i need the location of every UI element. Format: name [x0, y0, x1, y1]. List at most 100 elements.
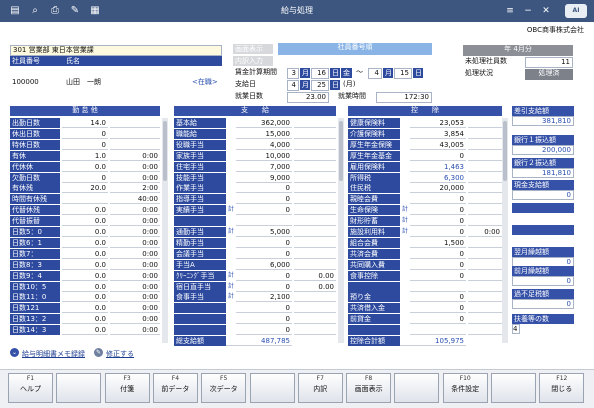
attendance-hours[interactable]: 0:00 [110, 292, 160, 303]
deduction-extra[interactable] [468, 292, 502, 303]
payment-amount[interactable]: 0 [236, 281, 292, 292]
payment-amount[interactable]: 0 [236, 314, 292, 325]
payment-amount[interactable]: 4,000 [236, 139, 292, 150]
payment-extra[interactable] [294, 205, 336, 216]
deduction-extra[interactable] [468, 205, 502, 216]
deduction-extra[interactable] [468, 314, 502, 325]
summary-value[interactable]: 0 [512, 299, 574, 309]
function-key-f7[interactable]: F7 内訳 [297, 373, 343, 403]
attendance-hours[interactable]: 0:00 [110, 303, 160, 314]
attendance-days[interactable]: 14.0 [62, 118, 108, 128]
payment-extra[interactable]: 0.00 [294, 270, 336, 281]
payment-extra[interactable] [294, 216, 336, 227]
deduction-amount[interactable]: 0 [410, 314, 466, 325]
memo-link[interactable]: 給与明細書メモ録録 [22, 349, 85, 359]
payment-extra[interactable] [294, 150, 336, 161]
payment-amount[interactable]: 0 [236, 303, 292, 314]
payment-amount[interactable]: 2,100 [236, 292, 292, 303]
deduction-amount[interactable]: 0 [410, 194, 466, 205]
attendance-days[interactable]: 0.0 [62, 227, 108, 237]
summary-value[interactable]: 4 [512, 324, 521, 334]
minimize-icon[interactable]: − [520, 3, 536, 19]
deduction-amount[interactable]: 0 [410, 150, 466, 161]
attendance-days[interactable]: 0.0 [62, 248, 108, 259]
function-key-f1[interactable]: F1 ヘルプ [8, 373, 53, 403]
payment-amount[interactable]: 0 [236, 183, 292, 194]
payment-amount[interactable]: 5,000 [236, 227, 292, 237]
attendance-days[interactable]: 1.0 [62, 150, 108, 161]
attendance-hours[interactable]: 0:00 [110, 172, 160, 183]
deduction-extra[interactable] [468, 118, 502, 128]
employee-order-button[interactable]: 社員番号順 [278, 43, 432, 55]
attendance-hours[interactable]: 0:00 [110, 270, 160, 281]
payment-amount[interactable]: 362,000 [236, 118, 292, 128]
summary-value[interactable]: 181,810 [512, 168, 574, 178]
calc-from-month[interactable]: 3 [287, 68, 299, 79]
edit-link[interactable]: 修正する [106, 349, 134, 359]
payment-extra[interactable] [294, 237, 336, 248]
deduction-extra[interactable] [468, 237, 502, 248]
function-key-blank[interactable] [56, 373, 102, 403]
attendance-days[interactable]: 0 [62, 139, 108, 150]
attendance-hours[interactable]: 0:00 [110, 281, 160, 292]
attendance-hours[interactable]: 0:00 [110, 161, 160, 172]
deduction-extra[interactable] [468, 128, 502, 139]
deduction-amount[interactable] [410, 281, 466, 292]
attendance-hours[interactable]: 0:00 [110, 150, 160, 161]
deduction-amount[interactable]: 0 [410, 227, 466, 237]
deduction-extra[interactable] [468, 161, 502, 172]
deduction-extra[interactable] [468, 194, 502, 205]
attendance-hours[interactable]: 0:00 [110, 314, 160, 325]
close-icon[interactable]: ✕ [538, 3, 554, 19]
attendance-hours[interactable]: 0:00 [110, 237, 160, 248]
deduction-amount[interactable]: 1,463 [410, 161, 466, 172]
deduction-extra[interactable] [468, 183, 502, 194]
summary-value[interactable]: 200,000 [512, 145, 574, 155]
attendance-days[interactable]: 0.0 [62, 259, 108, 270]
payment-amount[interactable]: 0 [236, 325, 292, 336]
attendance-hours[interactable] [110, 128, 160, 139]
attendance-days[interactable]: 0.0 [62, 161, 108, 172]
payment-extra[interactable] [294, 118, 336, 128]
payment-amount[interactable]: 15,000 [236, 128, 292, 139]
payment-extra[interactable] [294, 292, 336, 303]
payment-scrollbar[interactable] [338, 118, 344, 343]
deduction-amount[interactable]: 0 [410, 303, 466, 314]
attendance-hours[interactable]: 0:00 [110, 216, 160, 227]
attendance-hours[interactable]: 0:00 [110, 259, 160, 270]
payment-extra[interactable] [294, 128, 336, 139]
deduction-extra[interactable] [468, 139, 502, 150]
attendance-hours[interactable]: 0:00 [110, 325, 160, 336]
summary-value[interactable]: 0 [512, 190, 574, 200]
function-key-f5[interactable]: F5 次データ [201, 373, 247, 403]
attendance-days[interactable]: 0 [62, 172, 108, 183]
deduction-amount[interactable]: 0 [410, 205, 466, 216]
pencil-icon[interactable]: ✎ [94, 348, 103, 357]
payment-amount[interactable]: 0 [236, 270, 292, 281]
payment-extra[interactable] [294, 194, 336, 205]
payment-extra[interactable] [294, 248, 336, 259]
work-days[interactable]: 23.00 [287, 92, 329, 103]
function-key-f10[interactable]: F10 条件設定 [442, 373, 488, 403]
attendance-hours[interactable]: 0:00 [110, 248, 160, 259]
deduction-extra[interactable] [468, 172, 502, 183]
deduction-amount[interactable]: 0 [410, 216, 466, 227]
payment-extra[interactable] [294, 227, 336, 237]
deduction-extra[interactable] [468, 325, 502, 336]
attendance-days[interactable]: 0.0 [62, 303, 108, 314]
deduction-amount[interactable]: 0 [410, 270, 466, 281]
attendance-days[interactable]: 0.0 [62, 270, 108, 281]
attendance-hours[interactable]: 0:00 [110, 205, 160, 216]
deduction-amount[interactable]: 1,500 [410, 237, 466, 248]
attendance-days[interactable]: 0.0 [62, 205, 108, 216]
deduction-extra[interactable] [468, 150, 502, 161]
payment-amount[interactable]: 10,000 [236, 150, 292, 161]
attendance-days[interactable]: 0.0 [62, 237, 108, 248]
payment-amount[interactable]: 6,000 [236, 259, 292, 270]
deduction-extra[interactable] [468, 303, 502, 314]
deduction-amount[interactable]: 3,854 [410, 128, 466, 139]
deduction-amount[interactable]: 6,300 [410, 172, 466, 183]
attendance-days[interactable]: 0.0 [62, 314, 108, 325]
menu-icon[interactable]: ≡ [502, 3, 518, 19]
deduction-amount[interactable]: 20,000 [410, 183, 466, 194]
